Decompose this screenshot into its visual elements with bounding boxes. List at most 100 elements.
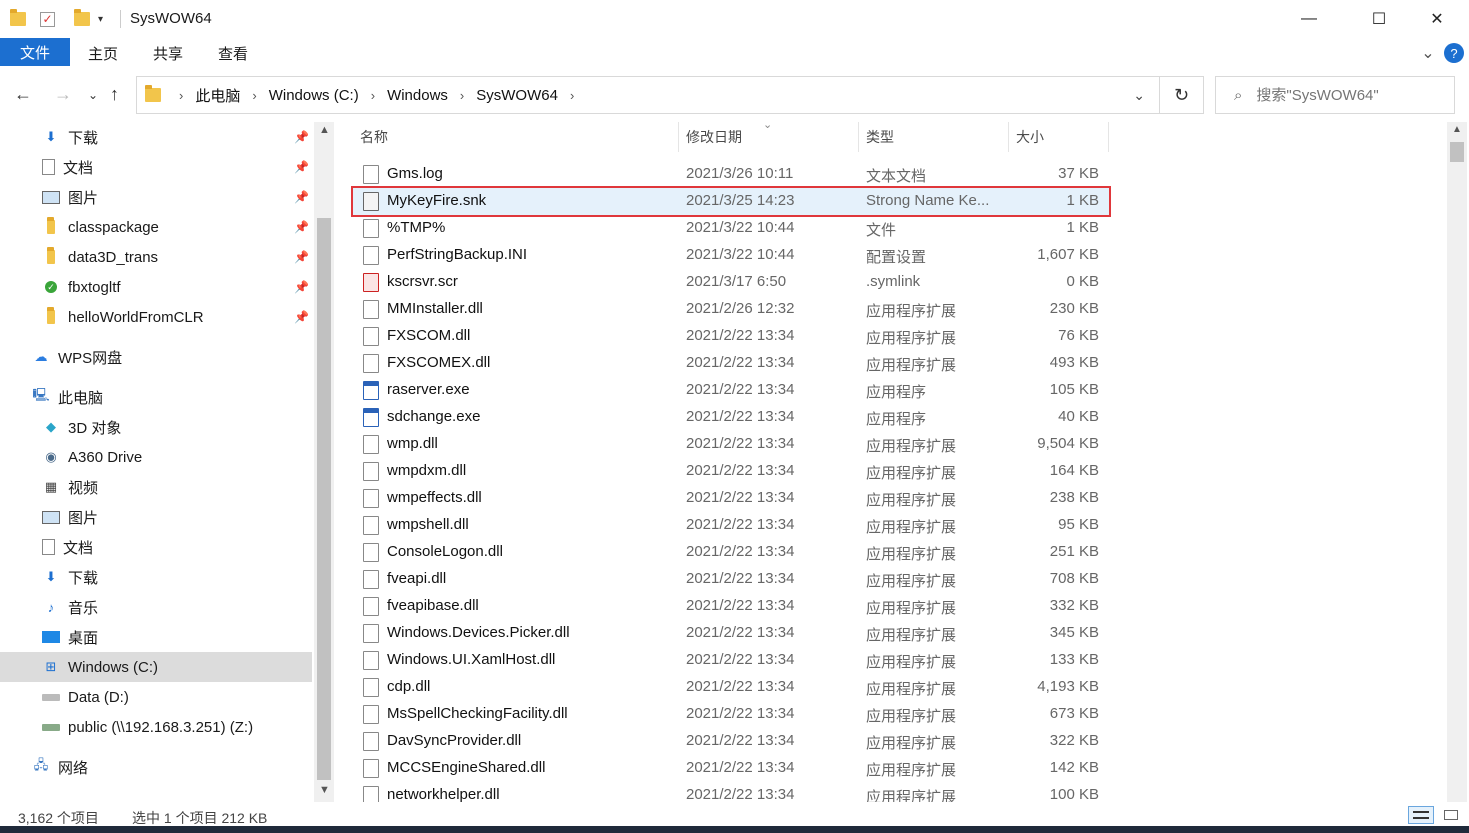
tab-file[interactable]: 文件 <box>0 38 70 66</box>
chevron-right-icon[interactable]: › <box>570 88 574 103</box>
file-row[interactable]: Gms.log 2021/3/26 10:11 文本文档 37 KB <box>353 161 1109 188</box>
file-row[interactable]: fveapibase.dll 2021/2/22 13:34 应用程序扩展 332 K… <box>353 593 1109 620</box>
file-row[interactable]: cdp.dll 2021/2/22 13:34 应用程序扩展 4,193 KB <box>353 674 1109 701</box>
chevron-right-icon[interactable]: › <box>252 88 256 103</box>
tab-home[interactable]: 主页 <box>78 40 128 66</box>
file-row[interactable]: sdchange.exe 2021/2/22 13:34 应用程序 40 KB <box>353 404 1109 431</box>
file-row[interactable]: ConsoleLogon.dll 2021/2/22 13:34 应用程序扩展 251… <box>353 539 1109 566</box>
new-folder-button[interactable] <box>74 9 90 29</box>
close-button[interactable]: ✕ <box>1414 0 1460 38</box>
refresh-button[interactable]: ↻ <box>1160 76 1204 114</box>
breadcrumb-c-drive[interactable]: Windows (C:) <box>269 87 359 104</box>
file-row[interactable]: PerfStringBackup.INI 2021/3/22 10:44 配置设置 1… <box>353 242 1109 269</box>
details-view-button[interactable] <box>1408 806 1434 824</box>
file-row[interactable]: FXSCOMEX.dll 2021/2/22 13:34 应用程序扩展 493 KB <box>353 350 1109 377</box>
tab-share[interactable]: 共享 <box>143 40 193 66</box>
up-button[interactable]: ↑ <box>110 84 119 105</box>
nav-item-public-z[interactable]: public (\\192.168.3.251) (Z:) <box>0 712 312 742</box>
column-header-date[interactable]: 修改日期 <box>686 122 742 152</box>
nav-item-downloads-pc[interactable]: ⬇ 下载 <box>0 562 312 592</box>
column-header-name[interactable]: 名称 <box>360 122 388 152</box>
file-row[interactable]: %TMP% 2021/3/22 10:44 文件 1 KB <box>353 215 1109 242</box>
chevron-right-icon[interactable]: › <box>371 88 375 103</box>
file-type: 应用程序扩展 <box>866 546 957 563</box>
nav-item-downloads[interactable]: ⬇ 下载 📌 <box>0 122 312 152</box>
column-divider[interactable] <box>678 122 679 152</box>
nav-item-windows-c[interactable]: ⊞ Windows (C:) <box>0 652 312 682</box>
file-row[interactable]: MsSpellCheckingFacility.dll 2021/2/22 13:… <box>353 701 1109 728</box>
file-row[interactable]: wmpshell.dll 2021/2/22 13:34 应用程序扩展 95 KB <box>353 512 1109 539</box>
back-button[interactable]: ← <box>14 84 32 105</box>
file-row[interactable]: wmp.dll 2021/2/22 13:34 应用程序扩展 9,504 KB <box>353 431 1109 458</box>
nav-item-music[interactable]: ♪ 音乐 <box>0 592 312 622</box>
search-box[interactable]: ⌕ <box>1215 76 1455 114</box>
file-row[interactable]: DavSyncProvider.dll 2021/2/22 13:34 应用程序扩展… <box>353 728 1109 755</box>
nav-item-helloworldfromclr[interactable]: helloWorldFromCLR 📌 <box>0 302 312 332</box>
properties-button[interactable]: ✓ <box>40 9 55 29</box>
network-drive-icon <box>42 723 60 731</box>
recent-locations-button[interactable]: ⌄ <box>88 88 98 102</box>
file-type: 应用程序扩展 <box>866 330 957 347</box>
column-divider[interactable] <box>858 122 859 152</box>
file-row[interactable]: FXSCOM.dll 2021/2/22 13:34 应用程序扩展 76 KB <box>353 323 1109 350</box>
breadcrumb-syswow64[interactable]: SysWOW64 <box>476 87 558 104</box>
file-row[interactable]: raserver.exe 2021/2/22 13:34 应用程序 105 KB <box>353 377 1109 404</box>
expand-ribbon-button[interactable]: ⌄ <box>1418 40 1438 66</box>
column-divider[interactable] <box>1008 122 1009 152</box>
file-list-scrollbar-thumb[interactable] <box>1450 142 1464 162</box>
chevron-right-icon[interactable]: › <box>460 88 464 103</box>
scroll-down-icon[interactable]: ▼ <box>319 784 330 796</box>
nav-item-documents[interactable]: 文档 📌 <box>0 152 312 182</box>
column-divider[interactable] <box>1108 122 1109 152</box>
nav-scrollbar[interactable]: ▲ ▼ <box>314 122 334 802</box>
file-row[interactable]: wmpdxm.dll 2021/2/22 13:34 应用程序扩展 164 KB <box>353 458 1109 485</box>
file-row[interactable]: MMInstaller.dll 2021/2/26 12:32 应用程序扩展 230 … <box>353 296 1109 323</box>
file-row[interactable]: Windows.Devices.Picker.dll 2021/2/22 13:3… <box>353 620 1109 647</box>
nav-scrollbar-thumb[interactable] <box>317 218 331 780</box>
file-row[interactable]: wmpeffects.dll 2021/2/22 13:34 应用程序扩展 238 K… <box>353 485 1109 512</box>
file-row[interactable]: MCCSEngineShared.dll 2021/2/22 13:34 应用程序扩… <box>353 755 1109 782</box>
nav-item-this-pc[interactable]: 🖳 此电脑 <box>0 382 312 412</box>
forward-button[interactable]: → <box>54 84 72 105</box>
nav-item-network[interactable]: 🖧 网络 <box>0 752 312 782</box>
address-bar[interactable]: › 此电脑 › Windows (C:) › Windows › SysWOW6… <box>136 76 1160 114</box>
column-header-size[interactable]: 大小 <box>1016 122 1044 152</box>
file-date: 2021/2/22 13:34 <box>686 570 795 587</box>
nav-item-fbxtogltf[interactable]: ✓ fbxtogltf 📌 <box>0 272 312 302</box>
nav-item-pictures[interactable]: 图片 📌 <box>0 182 312 212</box>
file-name: wmp.dll <box>387 435 438 452</box>
picture-icon <box>42 510 60 524</box>
column-header-type[interactable]: 类型 <box>866 122 894 152</box>
address-history-button[interactable]: ⌄ <box>1133 87 1145 104</box>
tab-view[interactable]: 查看 <box>208 40 258 66</box>
nav-item-wps-drive[interactable]: ☁ WPS网盘 <box>0 342 312 372</box>
file-list-scrollbar[interactable]: ▲ <box>1447 122 1467 802</box>
nav-item-desktop[interactable]: 桌面 <box>0 622 312 652</box>
nav-item-data3d-trans[interactable]: data3D_trans 📌 <box>0 242 312 272</box>
customize-toolbar-button[interactable]: ▾ <box>98 9 103 29</box>
file-row[interactable]: kscrsvr.scr 2021/3/17 6:50 .symlink 0 KB <box>353 269 1109 296</box>
scroll-up-icon[interactable]: ▲ <box>319 124 330 136</box>
nav-item-a360-drive[interactable]: ◉ A360 Drive <box>0 442 312 472</box>
scroll-up-icon[interactable]: ▲ <box>1452 124 1462 135</box>
nav-item-classpackage[interactable]: classpackage 📌 <box>0 212 312 242</box>
nav-item-label: 下载 <box>68 129 99 147</box>
breadcrumb-windows[interactable]: Windows <box>387 87 448 104</box>
nav-item-label: 图片 <box>68 509 99 527</box>
file-row[interactable]: Windows.UI.XamlHost.dll 2021/2/22 13:34 应用… <box>353 647 1109 674</box>
nav-item-videos[interactable]: ▦ 视频 <box>0 472 312 502</box>
minimize-button[interactable]: — <box>1286 0 1332 38</box>
breadcrumb-this-pc[interactable]: 此电脑 <box>195 85 240 106</box>
nav-item-3d-objects[interactable]: ◆ 3D 对象 <box>0 412 312 442</box>
nav-item-data-d[interactable]: Data (D:) <box>0 682 312 712</box>
help-button[interactable]: ? <box>1444 43 1464 63</box>
file-row[interactable]: fveapi.dll 2021/2/22 13:34 应用程序扩展 708 KB <box>353 566 1109 593</box>
file-row[interactable]: MyKeyFire.snk 2021/3/25 14:23 Strong Name … <box>351 186 1111 217</box>
nav-item-pictures-pc[interactable]: 图片 <box>0 502 312 532</box>
file-row[interactable]: networkhelper.dll 2021/2/22 13:34 应用程序扩展 10… <box>353 782 1109 802</box>
maximize-button[interactable]: ☐ <box>1356 0 1402 38</box>
file-type: 应用程序扩展 <box>866 708 957 725</box>
large-icons-view-button[interactable] <box>1440 806 1462 824</box>
search-input[interactable] <box>1256 86 1437 104</box>
nav-item-documents-pc[interactable]: 文档 <box>0 532 312 562</box>
